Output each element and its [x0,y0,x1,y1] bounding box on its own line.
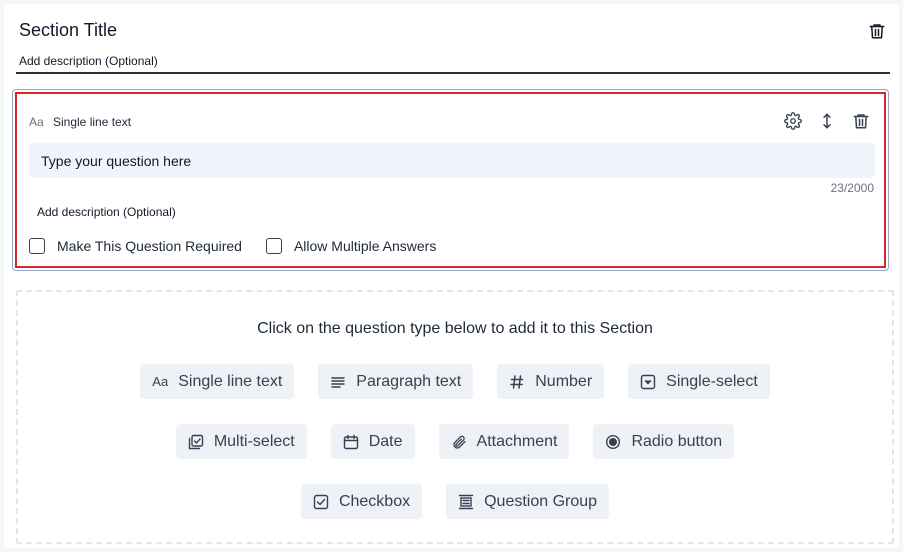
hash-icon [509,374,525,390]
question-description-field[interactable]: Add description (Optional) [37,205,176,219]
char-counter: 23/2000 [830,181,874,195]
add-multi-select-button[interactable]: Multi-select [175,424,307,459]
add-checkbox-button[interactable]: Checkbox [300,484,423,519]
section-description-field[interactable]: Add description (Optional) [19,54,158,68]
add-paragraph-text-button[interactable]: Paragraph text [318,364,474,399]
question-type-label: Single line text [53,115,132,129]
section-divider [16,72,890,74]
add-radio-button-button[interactable]: Radio button [593,424,735,459]
question-type-picker: Click on the question type below to add … [16,290,894,544]
section-title[interactable]: Section Title [19,20,117,41]
multiple-answers-checkbox[interactable] [265,238,282,254]
paperclip-icon [451,434,467,450]
picker-row: Checkbox Question Group [18,484,892,519]
picker-row: Multi-select Date Attachment Radio butto… [18,424,892,459]
text-aa-icon: Aa [152,374,169,389]
add-single-line-text-button[interactable]: Aa Single line text [140,364,295,399]
section-trash-icon[interactable] [868,22,886,40]
multiple-answers-option[interactable]: Allow Multiple Answers [265,238,437,254]
question-actions [784,112,870,130]
multiple-answers-label: Allow Multiple Answers [293,238,437,254]
checkbox-icon [313,494,329,510]
picker-title: Click on the question type below to add … [257,320,653,337]
question-card: Aa Single line text Type your question h… [12,89,889,271]
section-card: Section Title Add description (Optional)… [4,4,899,548]
required-label: Make This Question Required [57,238,242,254]
add-attachment-button[interactable]: Attachment [438,424,570,459]
required-option[interactable]: Make This Question Required [29,238,242,254]
gear-icon[interactable] [784,112,802,130]
multi-select-icon [188,434,204,450]
question-options: Make This Question Required Allow Multip… [29,238,460,254]
add-date-button[interactable]: Date [330,424,415,459]
add-question-group-button[interactable]: Question Group [446,484,610,519]
text-aa-icon: Aa [29,115,44,129]
radio-icon [605,434,621,450]
add-single-select-button[interactable]: Single-select [628,364,770,399]
trash-icon[interactable] [852,112,870,130]
question-group-icon [458,494,474,510]
dropdown-icon [640,374,656,390]
question-highlight: Aa Single line text Type your question h… [15,92,886,268]
question-input[interactable] [29,143,875,178]
add-number-button[interactable]: Number [497,364,605,399]
required-checkbox[interactable] [29,238,45,254]
paragraph-icon [330,374,346,390]
calendar-icon [343,434,359,450]
move-vertical-icon[interactable] [818,112,836,130]
picker-row: Aa Single line text Paragraph text Numbe… [18,364,892,399]
